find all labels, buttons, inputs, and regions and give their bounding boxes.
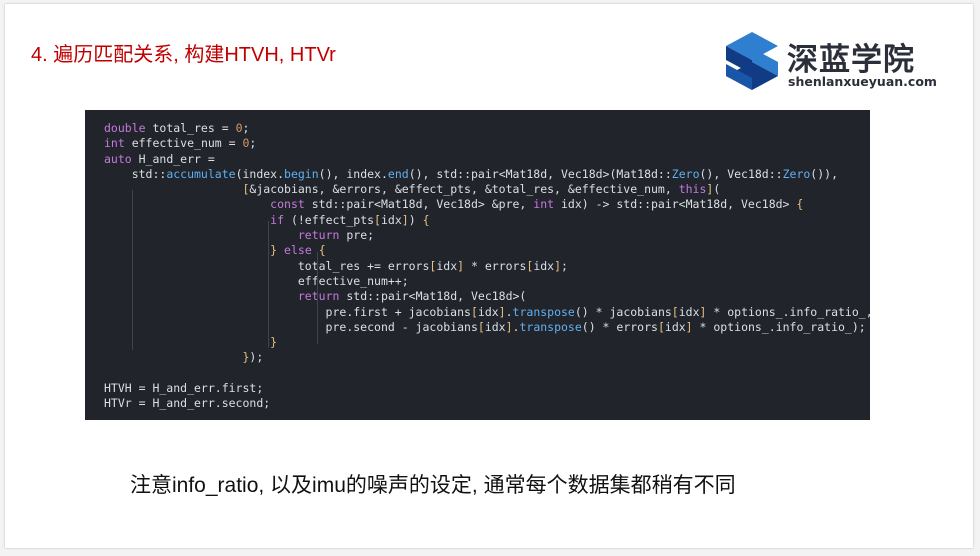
indent-guide xyxy=(132,190,133,350)
code-line: int effective_num = 0; xyxy=(104,136,257,151)
logo-text-en: shenlanxueyuan.com xyxy=(788,74,937,89)
code-line: auto H_and_err = xyxy=(104,151,215,166)
code-line: } else { xyxy=(270,243,326,258)
code-line: [&jacobians, &errors, &effect_pts, &tota… xyxy=(242,182,721,197)
code-line: const std::pair<Mat18d, Vec18d> &pre, in… xyxy=(270,197,804,212)
code-line: std::accumulate(index.begin(), index.end… xyxy=(104,166,838,181)
logo-mark-icon xyxy=(726,32,778,90)
code-line: pre.second - jacobians[idx].transpose() … xyxy=(104,319,866,334)
indent-guide xyxy=(317,252,318,344)
code-line: }); xyxy=(242,350,264,365)
slide-note: 注意info_ratio, 以及imu的噪声的设定, 通常每个数据集都稍有不同 xyxy=(130,474,736,497)
code-line: return pre; xyxy=(297,228,375,243)
code-line: return std::pair<Mat18d, Vec18d>( xyxy=(297,289,527,304)
code-lines: double total_res = 0; int effective_num =… xyxy=(104,121,870,412)
code-line: } xyxy=(270,335,278,350)
code-line: HTVr = H_and_err.second; xyxy=(104,396,271,411)
code-line: effective_num++; xyxy=(104,273,409,288)
slide: 4. 遍历匹配关系, 构建HTVH, HTVr 深蓝学院 shenlanxuey… xyxy=(5,4,973,548)
code-line: double total_res = 0; xyxy=(104,121,250,135)
logo-text-cn: 深蓝学院 xyxy=(787,42,915,78)
code-line: if (!effect_pts[idx]) { xyxy=(270,212,430,227)
indent-guide xyxy=(268,221,269,348)
slide-title: 4. 遍历匹配关系, 构建HTVH, HTVr xyxy=(31,44,336,66)
code-line: HTVH = H_and_err.first; xyxy=(104,381,264,396)
code-line: pre.first + jacobians[idx].transpose() *… xyxy=(104,304,870,319)
logo: 深蓝学院 shenlanxueyuan.com xyxy=(723,30,937,96)
code-screenshot: double total_res = 0; int effective_num =… xyxy=(85,110,870,420)
code-line: total_res += errors[idx] * errors[idx]; xyxy=(104,258,568,273)
